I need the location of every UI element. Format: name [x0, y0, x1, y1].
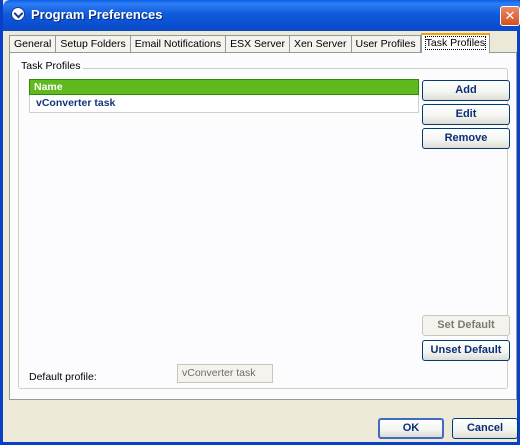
title-bar[interactable]: Program Preferences ✕: [3, 0, 520, 31]
set-default-button[interactable]: Set Default: [422, 315, 510, 336]
cancel-button[interactable]: Cancel: [452, 418, 518, 439]
add-button[interactable]: Add: [422, 80, 510, 101]
group-title: Task Profiles: [19, 60, 83, 72]
ok-button[interactable]: OK: [378, 418, 444, 439]
remove-button[interactable]: Remove: [422, 128, 510, 149]
default-profile-field: vConverter task: [177, 364, 273, 383]
edit-button[interactable]: Edit: [422, 104, 510, 125]
tab-task-profiles[interactable]: Task Profiles: [420, 33, 491, 53]
close-icon: ✕: [504, 8, 516, 23]
list-header-name[interactable]: Name: [29, 79, 419, 95]
close-button[interactable]: ✕: [500, 6, 520, 26]
unset-default-button[interactable]: Unset Default: [422, 340, 510, 361]
list-item[interactable]: vConverter task: [29, 95, 419, 113]
preferences-window: Program Preferences ✕ General Setup Fold…: [0, 0, 520, 445]
tab-general[interactable]: General: [9, 35, 57, 53]
window-title: Program Preferences: [31, 7, 163, 22]
app-badge-icon: [11, 7, 25, 21]
tab-user-profiles[interactable]: User Profiles: [351, 35, 421, 53]
default-profile-label: Default profile:: [29, 371, 97, 383]
tab-strip: General Setup Folders Email Notification…: [9, 33, 491, 53]
tab-setup-folders[interactable]: Setup Folders: [56, 35, 131, 53]
tab-xen-server[interactable]: Xen Server: [289, 35, 352, 53]
tab-email-notifications[interactable]: Email Notifications: [130, 35, 227, 53]
tab-esx-server[interactable]: ESX Server: [226, 35, 290, 53]
